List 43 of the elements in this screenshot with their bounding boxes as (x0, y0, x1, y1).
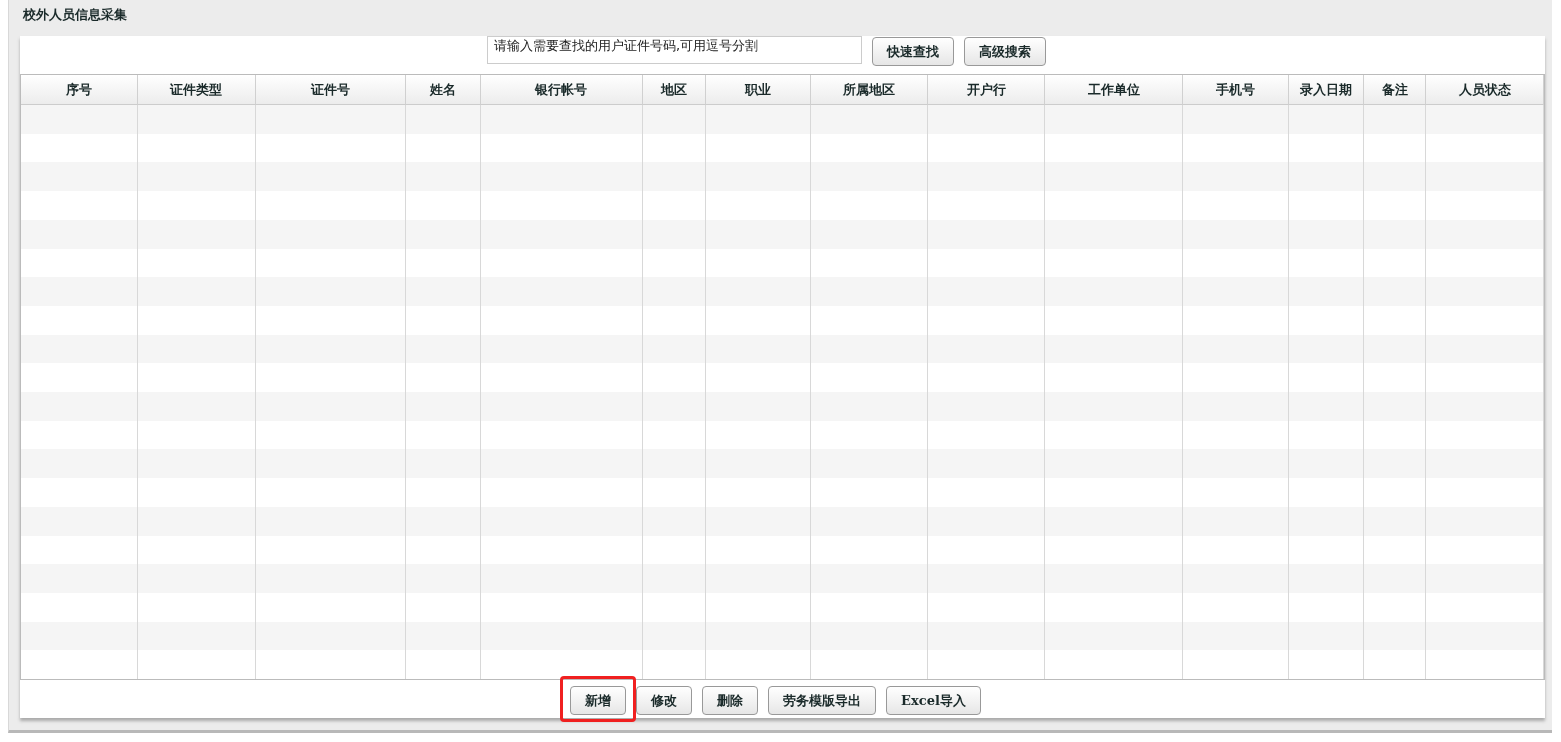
column-header[interactable]: 职业 (705, 75, 812, 105)
column-header[interactable]: 手机号 (1183, 75, 1290, 105)
column-header[interactable]: 银行帐号 (480, 75, 643, 105)
table-cell (642, 392, 706, 421)
column-header[interactable]: 序号 (21, 75, 138, 105)
action-button[interactable]: 修改 (636, 686, 693, 715)
table-cell (1364, 621, 1427, 651)
column-header[interactable]: 地区 (642, 75, 706, 105)
table-cell (642, 564, 706, 593)
panel-title: 校外人员信息采集 (22, 6, 128, 24)
table-cell (642, 449, 706, 479)
column-header[interactable]: 证件号 (255, 75, 406, 105)
table-cell (642, 162, 706, 192)
search-field[interactable]: 请输入需要查找的用户证件号码,可用逗号分割 (487, 36, 862, 64)
column-header[interactable]: 证件类型 (137, 75, 256, 105)
search-button[interactable]: 快速查找 (872, 37, 954, 66)
column-header[interactable]: 录入日期 (1289, 75, 1365, 105)
table-cell (1364, 334, 1427, 364)
table-cell (1364, 219, 1427, 249)
table-cell (1364, 105, 1427, 134)
table-cell (642, 506, 706, 536)
table-cell (642, 219, 706, 249)
table-cell (642, 334, 706, 364)
table-cell (1364, 449, 1427, 479)
column-header[interactable]: 人员状态 (1426, 75, 1544, 105)
table-cell (642, 105, 706, 134)
action-button[interactable]: Excel导入 (886, 686, 981, 715)
table-cell (1364, 277, 1427, 306)
table-cell (1364, 506, 1427, 536)
table-cell (1364, 162, 1427, 192)
column-header[interactable]: 姓名 (405, 75, 481, 105)
table-cell (1364, 564, 1427, 593)
column-header[interactable]: 所属地区 (811, 75, 929, 105)
action-button[interactable]: 删除 (702, 686, 759, 715)
action-button[interactable]: 劳务模版导出 (768, 686, 877, 715)
search-button[interactable]: 高级搜索 (964, 37, 1046, 66)
table-cell (642, 621, 706, 651)
column-header[interactable]: 备注 (1364, 75, 1427, 105)
action-button[interactable]: 新增 (570, 686, 627, 715)
column-header[interactable]: 工作单位 (1045, 75, 1184, 105)
table-cell (1364, 392, 1427, 421)
table-cell (642, 277, 706, 306)
column-header[interactable]: 开户行 (928, 75, 1046, 105)
